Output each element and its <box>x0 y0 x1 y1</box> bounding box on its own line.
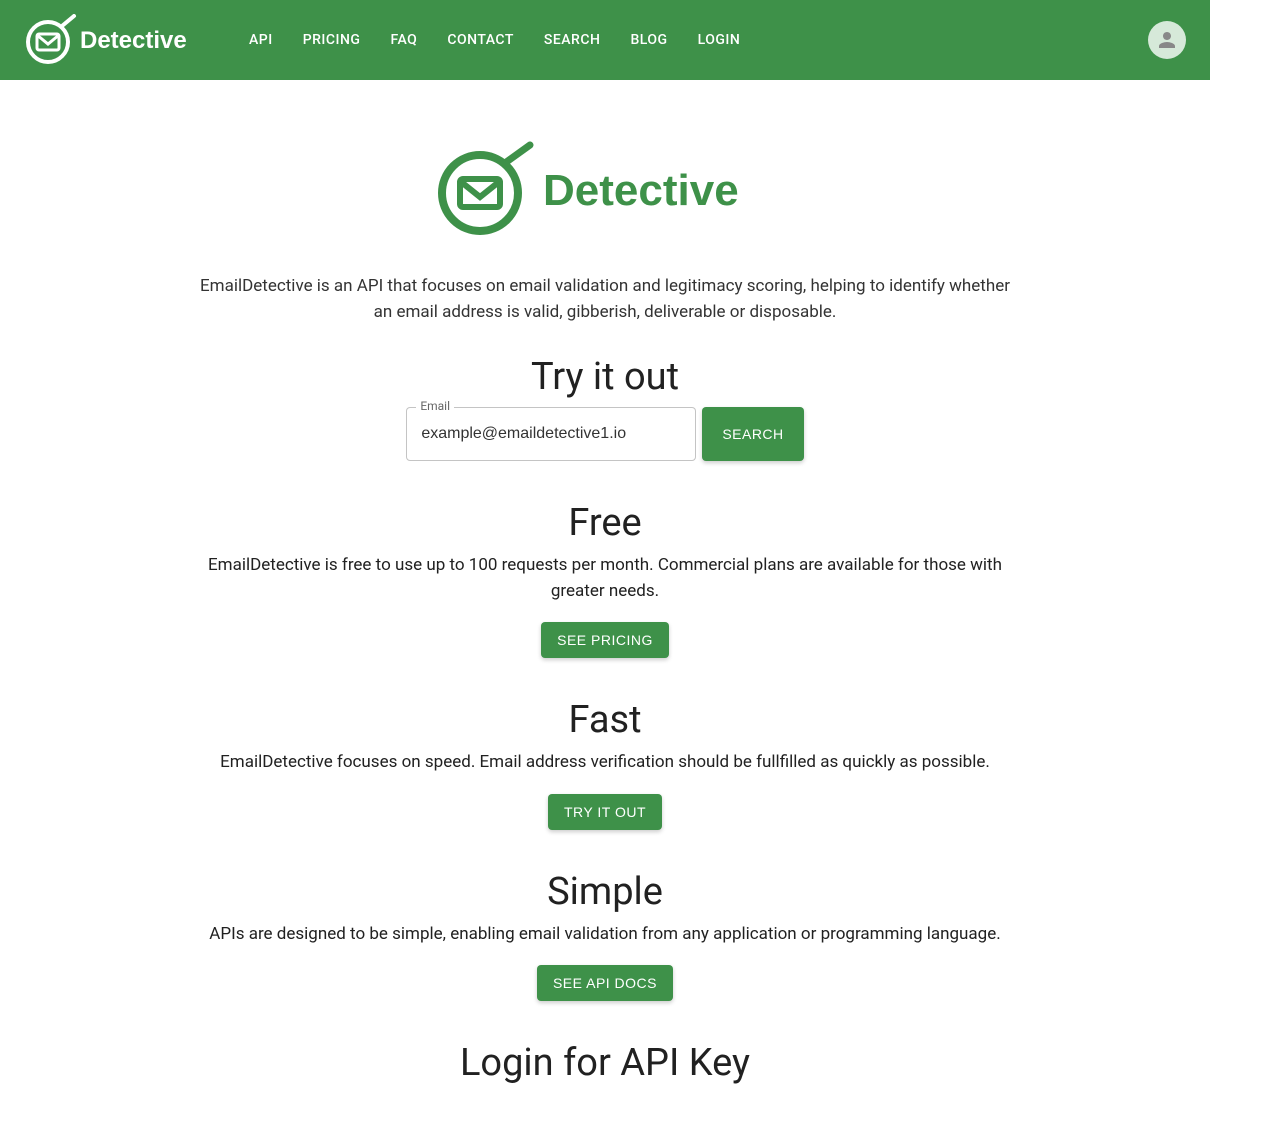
feature-free-title: Free <box>195 501 1015 545</box>
main-content: Detective EmailDetective is an API that … <box>195 80 1015 1145</box>
feature-free-description: EmailDetective is free to use up to 100 … <box>195 553 1015 604</box>
hero-description: EmailDetective is an API that focuses on… <box>195 274 1015 325</box>
email-input-wrap: Email <box>406 407 696 461</box>
nav-contact[interactable]: CONTACT <box>447 32 514 48</box>
see-pricing-button[interactable]: SEE PRICING <box>541 622 669 658</box>
try-form: Email SEARCH <box>195 407 1015 461</box>
see-api-docs-button[interactable]: SEE API DOCS <box>537 965 673 1001</box>
feature-simple: Simple APIs are designed to be simple, e… <box>195 870 1015 1002</box>
search-button[interactable]: SEARCH <box>702 407 803 461</box>
hero-logo-icon: Detective <box>435 140 775 240</box>
nav-blog[interactable]: BLOG <box>630 32 667 48</box>
feature-fast-description: EmailDetective focuses on speed. Email a… <box>195 750 1015 776</box>
logo[interactable]: Detective <box>24 14 209 66</box>
nav-api[interactable]: API <box>249 32 273 48</box>
feature-simple-title: Simple <box>195 870 1015 914</box>
person-icon <box>1155 28 1179 52</box>
feature-simple-description: APIs are designed to be simple, enabling… <box>195 922 1015 948</box>
email-label: Email <box>416 399 454 413</box>
hero-logo: Detective <box>195 140 1015 244</box>
nav-faq[interactable]: FAQ <box>390 32 417 48</box>
svg-text:Detective: Detective <box>543 166 739 215</box>
nav-pricing[interactable]: PRICING <box>303 32 361 48</box>
email-field[interactable] <box>406 407 696 461</box>
svg-text:Detective: Detective <box>80 27 187 54</box>
avatar[interactable] <box>1148 21 1186 59</box>
header: Detective API PRICING FAQ CONTACT SEARCH… <box>0 0 1210 80</box>
nav: API PRICING FAQ CONTACT SEARCH BLOG LOGI… <box>249 32 740 48</box>
login-title: Login for API Key <box>195 1041 1015 1085</box>
nav-search[interactable]: SEARCH <box>544 32 601 48</box>
feature-fast: Fast EmailDetective focuses on speed. Em… <box>195 698 1015 830</box>
nav-login[interactable]: LOGIN <box>698 32 741 48</box>
logo-icon: Detective <box>24 14 209 66</box>
feature-fast-title: Fast <box>195 698 1015 742</box>
try-title: Try it out <box>195 355 1015 399</box>
feature-free: Free EmailDetective is free to use up to… <box>195 501 1015 658</box>
try-it-out-button[interactable]: TRY IT OUT <box>548 794 662 830</box>
